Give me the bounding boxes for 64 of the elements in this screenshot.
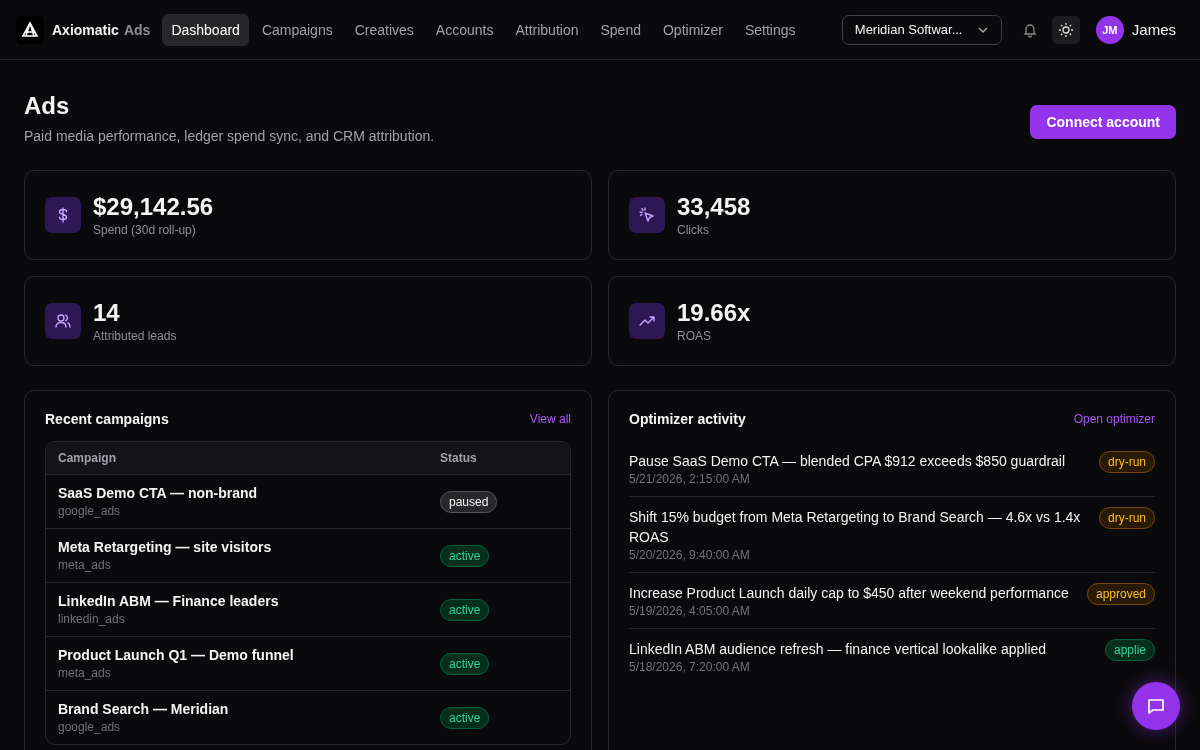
- campaign-source: linkedin_ads: [58, 612, 126, 626]
- nav-tab[interactable]: Dashboard: [162, 13, 249, 46]
- stat-value: 33,458: [677, 193, 751, 221]
- stat-label: ROAS: [677, 329, 712, 343]
- campaign-source: meta_ads: [58, 666, 112, 680]
- activity-time: 5/18/2026, 7:20:00 AM: [629, 660, 751, 674]
- nav-tab[interactable]: Creatives: [345, 13, 423, 46]
- status-badge: paused: [440, 490, 498, 513]
- user-avatar[interactable]: JM: [1095, 15, 1124, 44]
- activity-text: Pause SaaS Demo CTA — blended CPA $912 exceeds $850 guardrail: [629, 452, 1066, 471]
- dollar-icon: [45, 197, 81, 233]
- campaign-source: google_ads: [58, 720, 122, 734]
- stat-value: $29,142.56: [93, 193, 214, 221]
- nav-tab[interactable]: Attribution: [506, 13, 588, 46]
- page-title: Ads: [24, 92, 71, 120]
- open-optimizer-link[interactable]: Open optimizer: [1073, 412, 1155, 426]
- view-all-link[interactable]: View all: [529, 412, 571, 426]
- panel-title: Recent campaigns: [45, 411, 169, 427]
- users-icon: [45, 303, 81, 339]
- nav-tab[interactable]: Spend: [591, 13, 650, 46]
- status-badge: applie: [1104, 639, 1155, 661]
- activity-time: 5/21/2026, 2:15:00 AM: [629, 472, 751, 486]
- stat-label: Clicks: [677, 223, 710, 237]
- nav-tab[interactable]: Optimizer: [653, 13, 732, 46]
- activity-time: 5/19/2026, 4:05:00 AM: [629, 604, 751, 618]
- campaign-source: meta_ads: [58, 558, 112, 572]
- logo-icon: [16, 15, 44, 44]
- activity-text: LinkedIn ABM audience refresh — finance vertical lookalike applied: [629, 640, 1047, 659]
- nav-tab[interactable]: Accounts: [426, 13, 503, 46]
- connect-account-button[interactable]: Connect account: [1030, 105, 1176, 139]
- brand-suffix: Ads: [123, 21, 151, 38]
- cursor-click-icon: [629, 197, 665, 233]
- campaign-name: SaaS Demo CTA — non-brand: [58, 485, 259, 501]
- stat-value: 14: [93, 299, 121, 327]
- trend-up-icon: [629, 303, 665, 339]
- campaign-name: Brand Search — Meridian: [58, 701, 230, 717]
- campaign-name: LinkedIn ABM — Finance leaders: [58, 593, 280, 609]
- status-badge: active: [440, 706, 490, 729]
- status-badge: dry-run: [1099, 507, 1155, 529]
- chat-icon: [1146, 696, 1166, 716]
- sun-icon[interactable]: [1051, 15, 1080, 44]
- workspace-select[interactable]: Meridian Softwar...: [841, 14, 1002, 45]
- campaign-name: Meta Retargeting — site visitors: [58, 539, 273, 555]
- nav-tab[interactable]: Settings: [735, 13, 805, 46]
- panel-title: Optimizer activity: [629, 411, 746, 427]
- brand-name: Axiomatic: [52, 21, 119, 38]
- status-badge: active: [440, 598, 490, 621]
- user-name: James: [1131, 21, 1176, 38]
- column-header: Status: [440, 451, 478, 465]
- campaign-name: Product Launch Q1 — Demo funnel: [58, 647, 295, 663]
- activity-time: 5/20/2026, 9:40:00 AM: [629, 548, 751, 562]
- campaign-source: google_ads: [58, 504, 122, 518]
- status-badge: approved: [1086, 583, 1155, 605]
- stat-value: 19.66x: [677, 299, 751, 327]
- stat-label: Spend (30d roll-up): [93, 223, 197, 237]
- status-badge: dry-run: [1099, 451, 1155, 473]
- status-badge: active: [440, 652, 490, 675]
- activity-text: Increase Product Launch daily cap to $450 after weekend performance: [629, 584, 1069, 603]
- page-subtitle: Paid media performance, ledger spend sync, and CRM attribution.: [24, 128, 435, 144]
- column-header: Campaign: [58, 451, 117, 465]
- stat-label: Attributed leads: [93, 329, 177, 343]
- activity-text: Shift 15% budget from Meta Retargeting to Brand Search — 4.6x vs 1.4x ROAS: [629, 508, 1082, 547]
- nav-tab[interactable]: Campaigns: [252, 13, 342, 46]
- status-badge: active: [440, 544, 490, 567]
